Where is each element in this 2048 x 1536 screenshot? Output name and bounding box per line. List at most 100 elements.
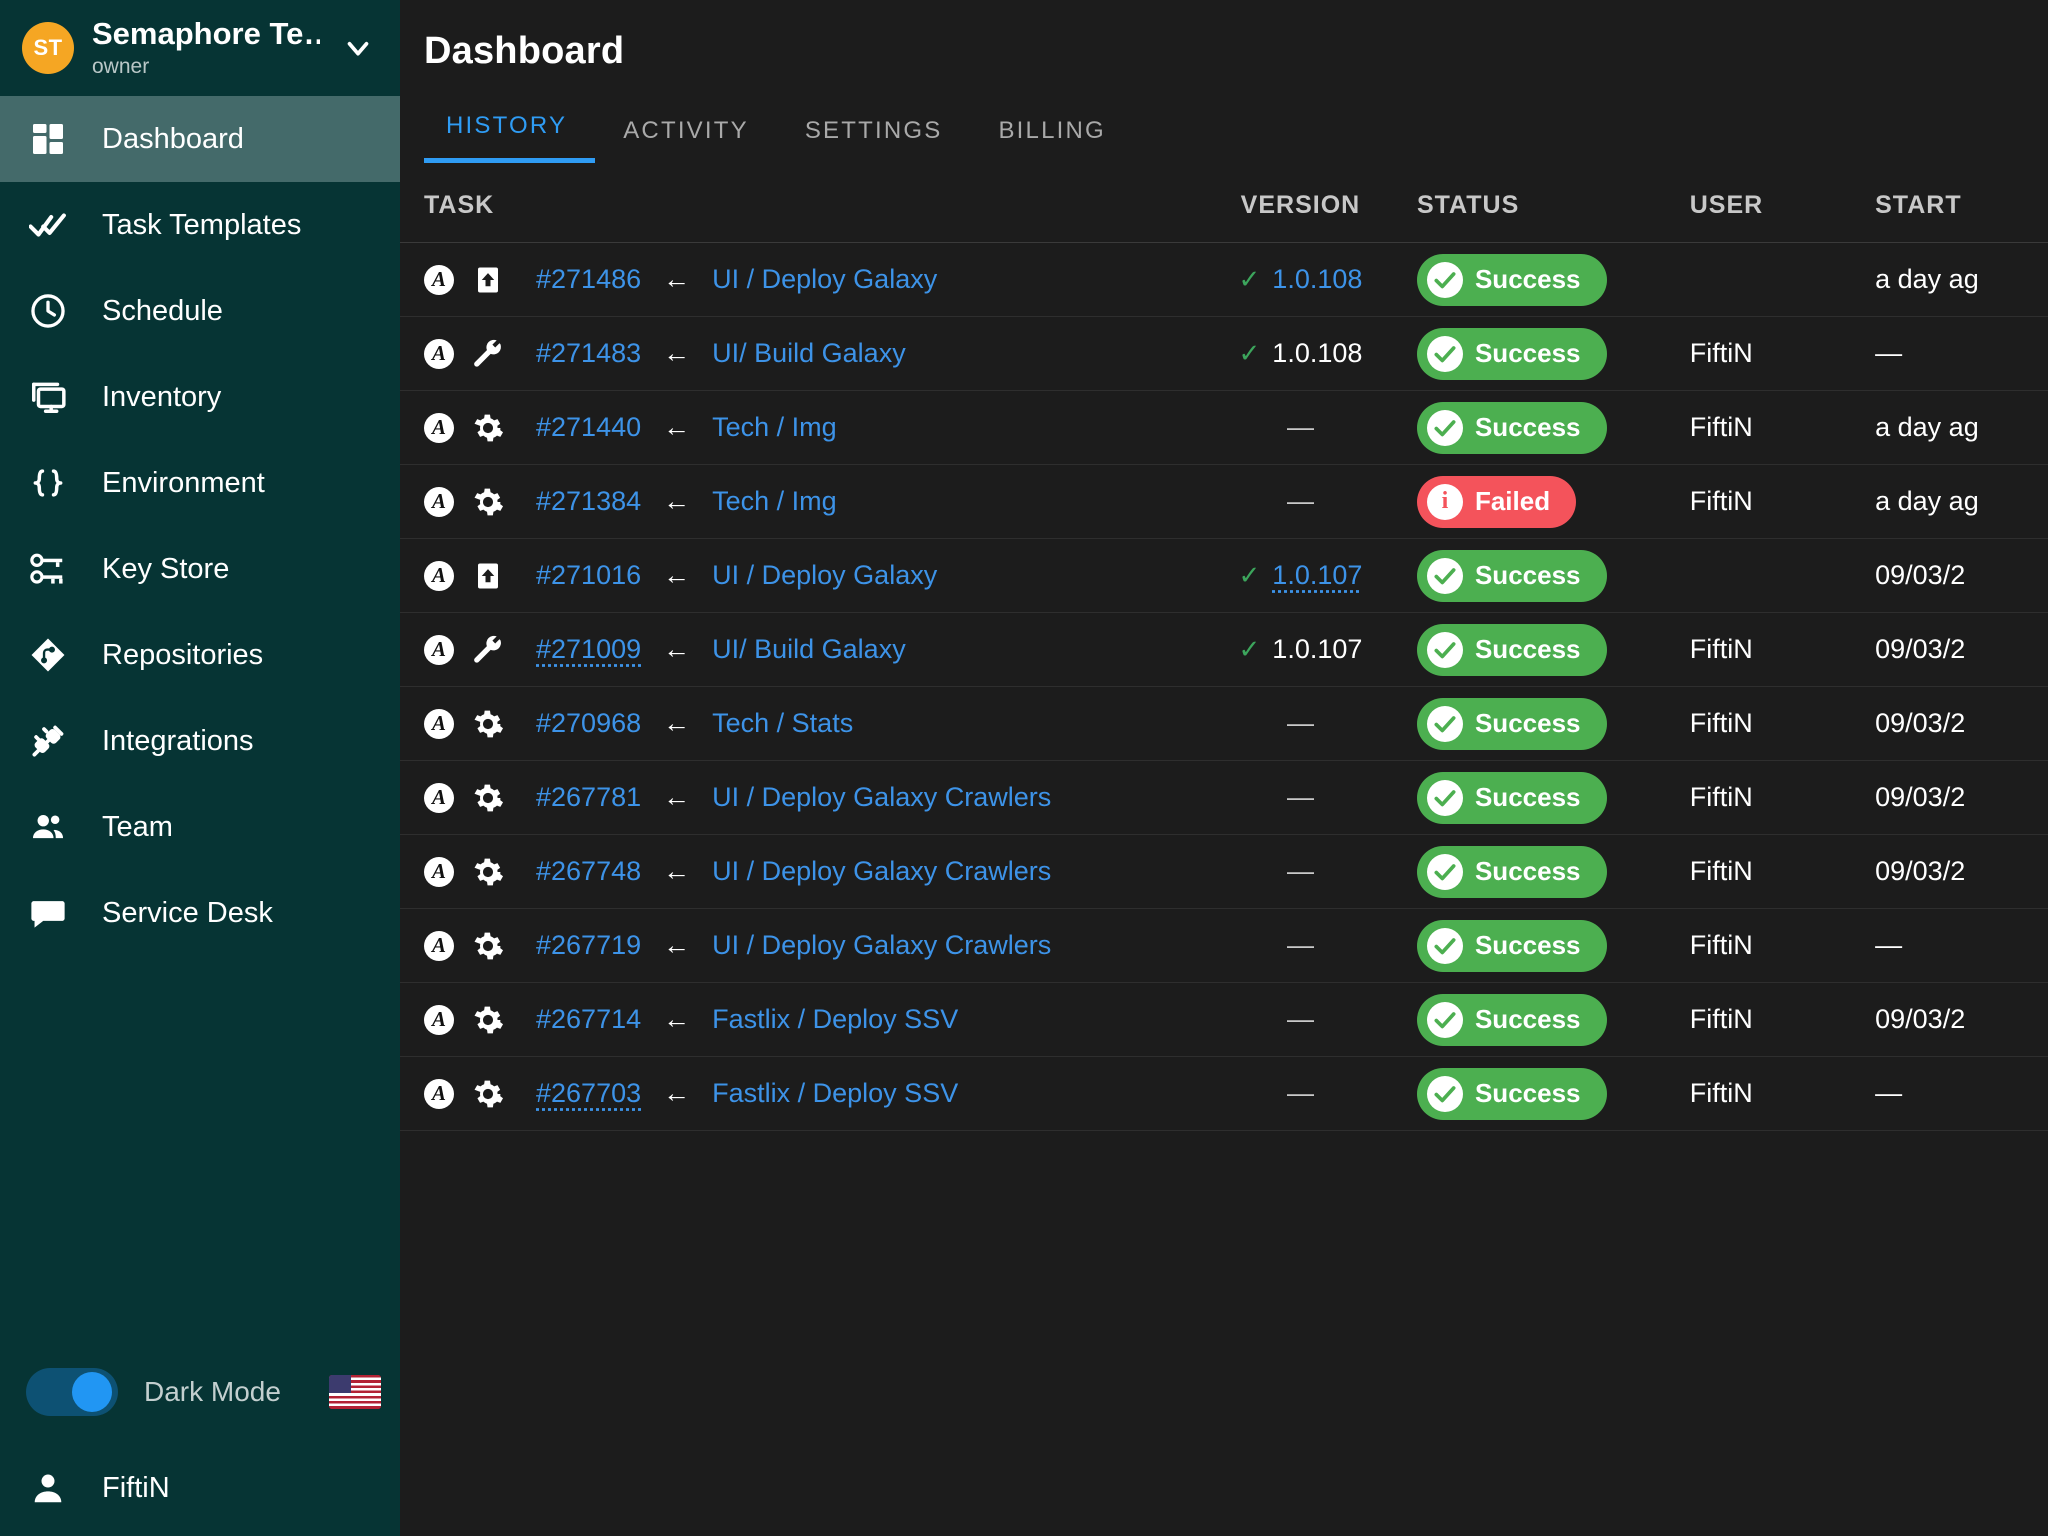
sidebar-item-task-templates[interactable]: Task Templates [0,182,400,268]
template-link[interactable]: UI / Deploy Galaxy Crawlers [712,856,1051,887]
tab-history[interactable]: HISTORY [424,112,596,163]
sidebar-item-dashboard[interactable]: Dashboard [0,96,400,182]
status-badge[interactable]: Success [1416,549,1607,602]
start-time: 09/03/2 [1875,634,1966,664]
task-id-link[interactable]: #271016 [536,560,641,591]
status-badge[interactable]: Success [1416,327,1607,380]
task-id-link[interactable]: #271483 [536,338,641,369]
task-cell: A #271384 ← Tech / Img [424,486,1184,518]
arrow-left-icon: ← [663,264,691,294]
user-name: FiftiN [1689,1078,1753,1108]
status-label: Success [1474,560,1581,590]
check-circle-icon [1426,927,1463,964]
status-badge[interactable]: Success [1416,623,1607,676]
table-row[interactable]: A #270968 ← Tech / Stats — Success FiftiN 09/03… [400,686,2048,761]
template-link[interactable]: UI / Deploy Galaxy Crawlers [712,782,1051,813]
user-name: FiftiN [1689,856,1753,886]
sidebar-item-environment[interactable]: Environment [0,440,400,526]
table-row[interactable]: A #267781 ← UI / Deploy Galaxy Crawlers — Suc… [400,760,2048,835]
status-badge[interactable]: Success [1416,697,1607,750]
status-badge[interactable]: Success [1416,1067,1607,1120]
template-link[interactable]: Tech / Stats [712,708,853,739]
template-link[interactable]: UI / Deploy Galaxy Crawlers [712,930,1051,961]
task-id-link[interactable]: #267748 [536,856,641,887]
table-row[interactable]: A #271486 ← UI / Deploy Galaxy ✓ 1.0.108 Succe… [400,242,2048,317]
task-cell: A #271440 ← Tech / Img [424,412,1184,444]
task-id-link[interactable]: #270968 [536,708,641,739]
ansible-icon: A [424,782,454,813]
sidebar-user[interactable]: FiftiN [0,1440,400,1536]
git-repo-icon [26,633,70,677]
status-badge[interactable]: Success [1416,845,1607,898]
cell-version: ✓ 1.0.108 [1183,316,1417,391]
cell-version: — [1183,760,1417,835]
status-badge[interactable]: Success [1416,993,1607,1046]
history-table: TASK VERSION STATUS USER START A #271486 ←… [400,163,2048,1131]
task-id-link[interactable]: #271440 [536,412,641,443]
column-header-user[interactable]: USER [1689,163,1876,243]
sidebar-item-label: Task Templates [102,208,302,241]
sidebar-item-service-desk[interactable]: Service Desk [0,870,400,956]
status-badge[interactable]: Success [1416,253,1607,306]
cell-start: 09/03/2 [1875,612,2048,687]
table-row[interactable]: A #271009 ← UI/ Build Galaxy ✓ 1.0.107 Success… [400,612,2048,687]
chevron-down-icon[interactable] [338,28,378,68]
status-badge[interactable]: Success [1416,401,1607,454]
version-number[interactable]: 1.0.107 [1272,560,1362,591]
template-link[interactable]: Tech / Img [712,486,837,517]
version-empty: — [1286,782,1314,812]
column-header-start[interactable]: START [1875,163,2048,243]
table-row[interactable]: A #267703 ← Fastlix / Deploy SSV — Success Fif… [400,1056,2048,1131]
table-row[interactable]: A #271384 ← Tech / Img — i Failed FiftiN a day a… [400,464,2048,539]
status-badge[interactable]: Success [1416,771,1607,824]
version-value[interactable]: ✓ 1.0.107 [1239,560,1363,591]
template-link[interactable]: Fastlix / Deploy SSV [712,1078,958,1109]
start-time: a day ag [1875,486,1979,516]
tab-billing[interactable]: BILLING [970,117,1133,163]
table-row[interactable]: A #267714 ← Fastlix / Deploy SSV — Success Fif… [400,982,2048,1057]
status-badge[interactable]: Success [1416,919,1607,972]
person-icon [26,1466,70,1510]
cell-version: — [1183,834,1417,909]
team-switcher[interactable]: ST Semaphore Te… owner [0,0,400,96]
table-row[interactable]: A #271483 ← UI/ Build Galaxy ✓ 1.0.108 Success… [400,316,2048,391]
column-header-status[interactable]: STATUS [1416,163,1690,243]
template-link[interactable]: Tech / Img [712,412,837,443]
template-link[interactable]: UI/ Build Galaxy [712,634,906,665]
ansible-icon: A [424,486,454,517]
table-row[interactable]: A #271016 ← UI / Deploy Galaxy ✓ 1.0.107 Succe… [400,538,2048,613]
status-badge[interactable]: i Failed [1416,475,1577,528]
dark-mode-toggle[interactable] [26,1368,118,1416]
task-id-link[interactable]: #267703 [536,1078,641,1109]
start-time: a day ag [1875,412,1979,442]
table-row[interactable]: A #271440 ← Tech / Img — Success FiftiN a day a… [400,390,2048,465]
task-id-link[interactable]: #271486 [536,264,641,295]
user-name: FiftiN [1689,782,1753,812]
arrow-left-icon: ← [663,782,691,812]
template-link[interactable]: UI / Deploy Galaxy [712,264,937,295]
sidebar-item-schedule[interactable]: Schedule [0,268,400,354]
task-id-link[interactable]: #271384 [536,486,641,517]
sidebar-item-key-store[interactable]: Key Store [0,526,400,612]
us-flag-icon[interactable] [328,1375,381,1409]
table-row[interactable]: A #267748 ← UI / Deploy Galaxy Crawlers — Suc… [400,834,2048,909]
sidebar-item-inventory[interactable]: Inventory [0,354,400,440]
column-header-version[interactable]: VERSION [1183,163,1417,243]
version-number: 1.0.107 [1272,634,1363,664]
template-link[interactable]: UI/ Build Galaxy [712,338,906,369]
version-value[interactable]: ✓ 1.0.108 [1239,264,1363,295]
template-link[interactable]: Fastlix / Deploy SSV [712,1004,958,1035]
task-id-link[interactable]: #267714 [536,1004,641,1035]
sidebar-item-repositories[interactable]: Repositories [0,612,400,698]
sidebar-item-integrations[interactable]: Integrations [0,698,400,784]
tab-settings[interactable]: SETTINGS [777,117,971,163]
sidebar-item-team[interactable]: Team [0,784,400,870]
task-id-link[interactable]: #271009 [536,634,641,665]
tab-activity[interactable]: ACTIVITY [595,117,777,163]
task-id-link[interactable]: #267719 [536,930,641,961]
column-header-task[interactable]: TASK [400,163,1184,243]
task-id-link[interactable]: #267781 [536,782,641,813]
template-link[interactable]: UI / Deploy Galaxy [712,560,937,591]
table-row[interactable]: A #267719 ← UI / Deploy Galaxy Crawlers — Suc… [400,908,2048,983]
version-number[interactable]: 1.0.108 [1272,264,1362,295]
